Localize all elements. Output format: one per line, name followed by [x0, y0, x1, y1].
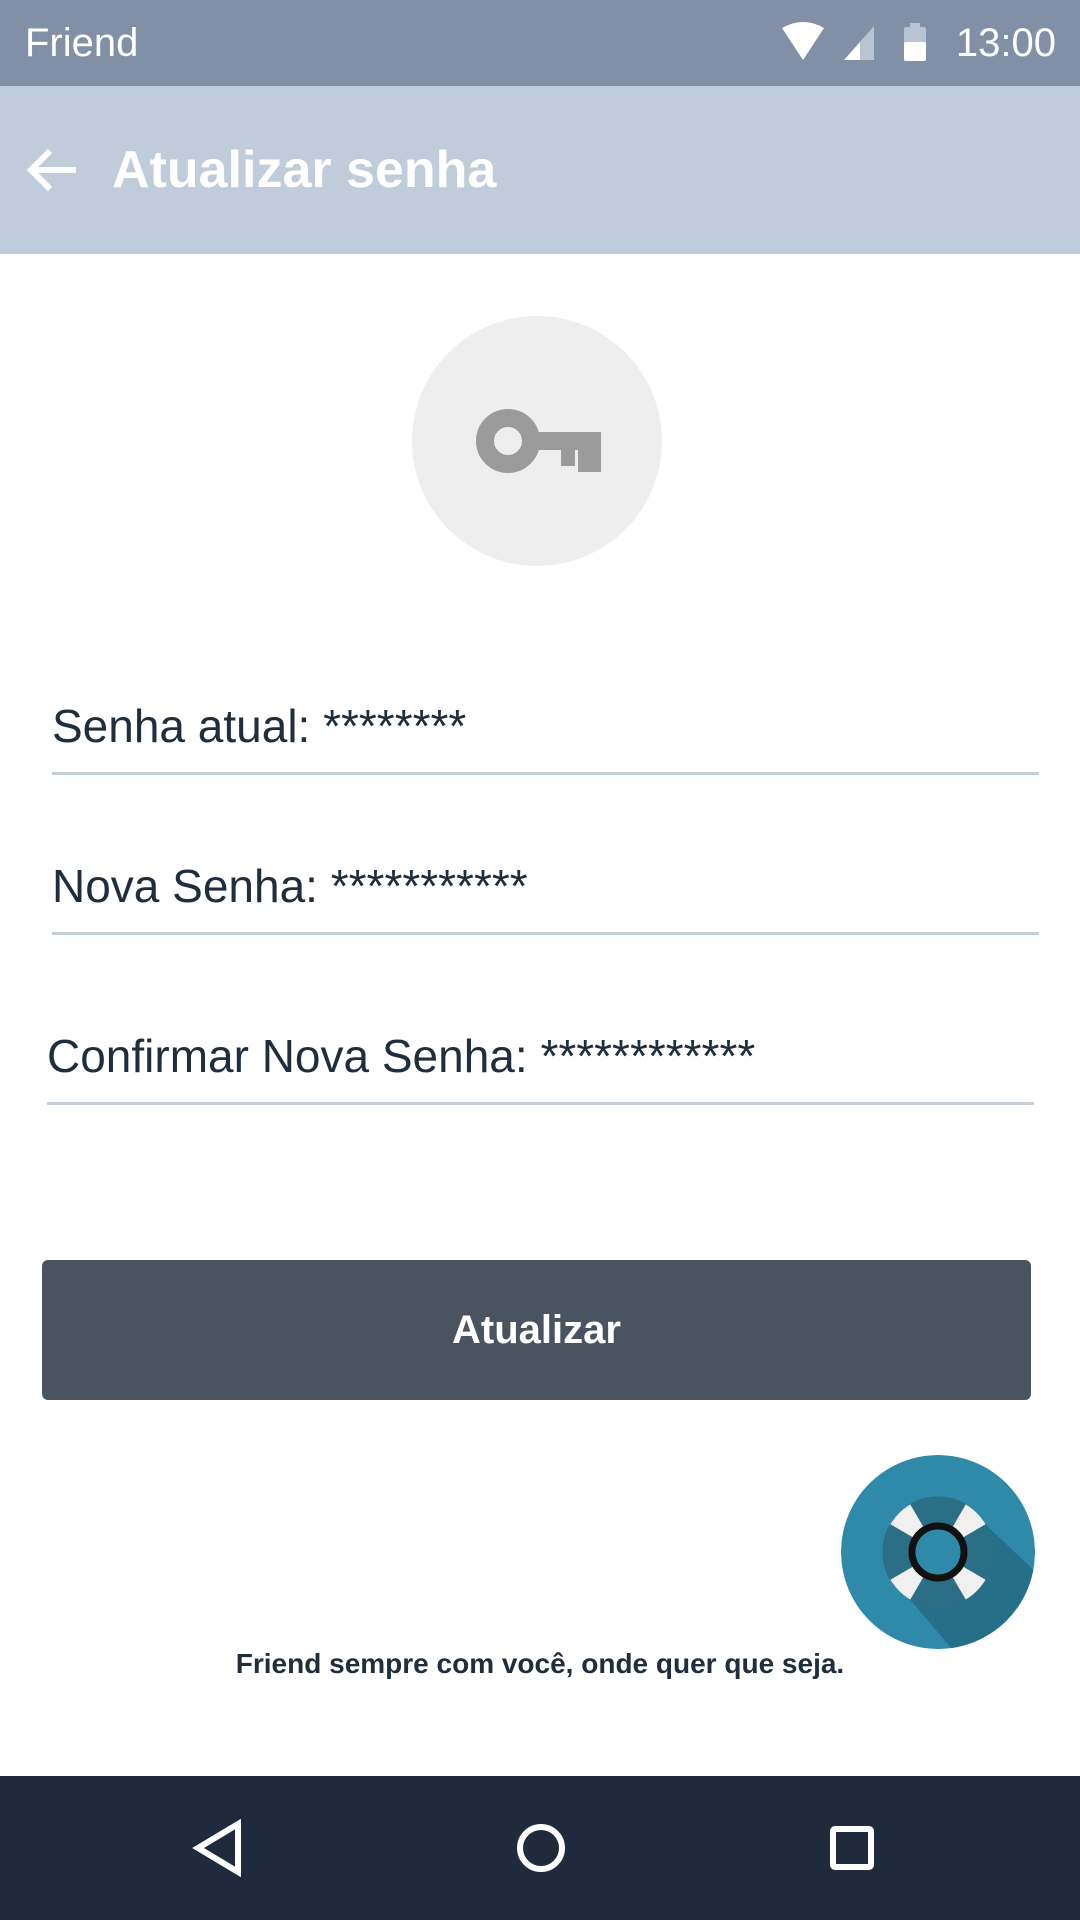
arrow-left-icon — [26, 148, 76, 192]
key-avatar — [412, 316, 662, 566]
field-underline — [52, 772, 1039, 775]
lifebuoy-icon — [841, 1455, 1035, 1649]
home-circle-icon — [517, 1824, 565, 1872]
key-icon — [476, 409, 601, 473]
new-password-value: Nova Senha: *********** — [52, 860, 528, 912]
recents-square-icon — [830, 1826, 874, 1870]
back-triangle-icon — [192, 1818, 241, 1878]
nav-home-button[interactable] — [505, 1812, 577, 1884]
new-password-field[interactable]: Nova Senha: *********** — [52, 825, 1039, 935]
nav-back-button[interactable] — [182, 1812, 254, 1884]
nav-bar — [0, 1776, 1080, 1920]
help-button[interactable] — [841, 1455, 1035, 1649]
status-time: 13:00 — [955, 21, 1056, 65]
nav-recents-button[interactable] — [816, 1812, 888, 1884]
battery-icon — [903, 22, 927, 67]
status-app-name: Friend — [25, 21, 139, 65]
field-underline — [47, 1102, 1034, 1105]
tagline: Friend sempre com você, onde quer que se… — [235, 1648, 845, 1679]
confirm-password-field[interactable]: Confirmar Nova Senha: ************ — [47, 995, 1034, 1105]
current-password-value: Senha atual: ******** — [52, 700, 467, 752]
back-button[interactable] — [18, 134, 90, 206]
page-title: Atualizar senha — [112, 141, 497, 199]
confirm-password-value: Confirmar Nova Senha: ************ — [47, 1030, 756, 1082]
field-underline — [52, 932, 1039, 935]
app-bar: Atualizar senha — [0, 86, 1080, 254]
cell-signal-icon — [842, 22, 876, 67]
status-bar: Friend 13:00 — [0, 0, 1080, 86]
wifi-icon — [780, 22, 826, 67]
current-password-field[interactable]: Senha atual: ******** — [52, 665, 1039, 775]
update-button[interactable]: Atualizar — [42, 1260, 1031, 1400]
